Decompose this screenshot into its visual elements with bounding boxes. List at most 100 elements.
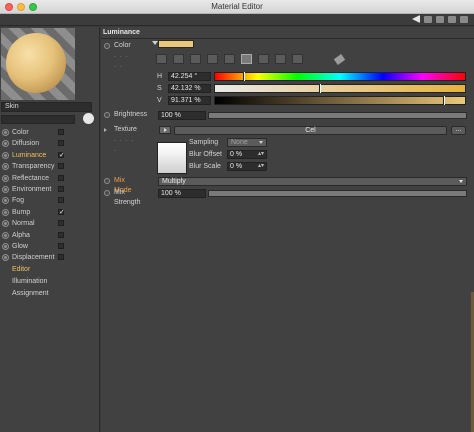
- channel-label: Displacement: [12, 254, 55, 262]
- eyedropper-icon[interactable]: [333, 54, 346, 65]
- channel-item[interactable]: Diffusion: [0, 138, 100, 149]
- mixer-mode-icon[interactable]: [275, 54, 286, 64]
- rgb-mode-icon[interactable]: [224, 54, 235, 64]
- section-item[interactable]: Illumination: [0, 276, 100, 288]
- channel-item[interactable]: Alpha: [0, 230, 100, 241]
- image-mode-icon[interactable]: [190, 54, 201, 64]
- channel-checkbox[interactable]: [58, 163, 64, 170]
- animate-dot-icon[interactable]: [104, 112, 110, 118]
- hsv-mode-icon[interactable]: [241, 54, 252, 64]
- new-window-icon[interactable]: [460, 16, 468, 23]
- texture-more-button[interactable]: ...: [451, 126, 466, 135]
- animate-dot-icon[interactable]: [2, 185, 9, 193]
- search-icon[interactable]: [83, 113, 94, 124]
- channel-checkbox[interactable]: [58, 220, 64, 227]
- blur-offset-input[interactable]: 0 % ▴▾: [227, 150, 267, 159]
- texture-name-button[interactable]: Cel: [174, 126, 447, 135]
- channel-checkbox[interactable]: [58, 185, 64, 192]
- sampling-dropdown[interactable]: None: [227, 138, 267, 147]
- stepper-icon[interactable]: ▴▾: [258, 151, 264, 158]
- channel-filter-field[interactable]: [1, 115, 75, 124]
- material-name-field[interactable]: Skin: [1, 102, 92, 112]
- channel-checkbox[interactable]: [58, 174, 64, 181]
- color-swatch[interactable]: [158, 40, 194, 48]
- texture-label: Texture: [114, 126, 137, 133]
- kelvin-mode-icon[interactable]: [258, 54, 269, 64]
- section-item[interactable]: Assignment: [0, 288, 100, 300]
- animate-dot-icon[interactable]: [2, 231, 9, 239]
- channel-item[interactable]: Reflectance: [0, 173, 100, 184]
- texture-menu-button[interactable]: [159, 126, 171, 134]
- animate-dot-icon[interactable]: [104, 43, 110, 49]
- panel-icon[interactable]: [448, 16, 456, 23]
- spectrum-mode-icon[interactable]: [156, 54, 167, 64]
- channel-checkbox[interactable]: [58, 231, 64, 238]
- animate-dot-icon[interactable]: [2, 163, 9, 171]
- saturation-marker[interactable]: [319, 84, 322, 93]
- animate-dot-icon[interactable]: [2, 151, 9, 159]
- animate-dot-icon[interactable]: [2, 174, 9, 182]
- channel-label: Color: [12, 129, 29, 136]
- channel-checkbox[interactable]: [58, 254, 64, 261]
- channel-item[interactable]: Fog: [0, 195, 100, 206]
- section-item[interactable]: Editor: [0, 264, 100, 276]
- value-marker[interactable]: [442, 96, 445, 105]
- channel-item[interactable]: Glow: [0, 241, 100, 252]
- channel-item[interactable]: Luminance ✓: [0, 150, 100, 161]
- lock-icon[interactable]: [436, 16, 444, 23]
- channel-item[interactable]: Displacement: [0, 252, 100, 263]
- channel-item[interactable]: Normal: [0, 218, 100, 229]
- channel-checkbox[interactable]: ✓: [58, 208, 65, 216]
- value-label: V: [157, 97, 162, 104]
- material-preview[interactable]: [1, 28, 75, 100]
- saturation-label: S: [157, 85, 162, 92]
- channel-checkbox[interactable]: [58, 140, 64, 147]
- channel-checkbox[interactable]: ✓: [58, 151, 65, 159]
- hue-input[interactable]: 42.254 °: [168, 72, 211, 81]
- channel-label: Alpha: [12, 231, 30, 239]
- header-divider: [101, 38, 474, 39]
- hue-marker[interactable]: [243, 72, 246, 81]
- saturation-slider[interactable]: [214, 84, 466, 93]
- wheel-mode-icon[interactable]: [173, 54, 184, 64]
- color-mode-icons: [156, 54, 303, 65]
- up-icon[interactable]: [424, 16, 432, 23]
- stepper-icon[interactable]: ▴▾: [258, 163, 264, 170]
- channel-item[interactable]: Transparency: [0, 161, 100, 172]
- left-panel: Skin Color Diffusion Luminance ✓ Transparenc…: [0, 27, 100, 432]
- blur-offset-label: Blur Offset: [189, 151, 222, 158]
- animate-dot-icon[interactable]: [104, 190, 110, 196]
- value-slider[interactable]: [214, 96, 466, 105]
- channel-checkbox[interactable]: [58, 197, 64, 204]
- blur-scale-input[interactable]: 0 % ▴▾: [227, 162, 267, 171]
- animate-dot-icon[interactable]: [104, 178, 110, 184]
- channel-label: Fog: [12, 197, 25, 205]
- saturation-input[interactable]: 42.132 %: [168, 84, 211, 93]
- animate-dot-icon[interactable]: [2, 197, 9, 205]
- channel-item[interactable]: Bump ✓: [0, 207, 100, 218]
- animate-dot-icon[interactable]: [2, 208, 9, 216]
- channel-checkbox[interactable]: [58, 242, 64, 249]
- channel-item[interactable]: Environment: [0, 184, 100, 195]
- back-arrow-icon[interactable]: [412, 15, 420, 23]
- channel-item[interactable]: Color: [0, 127, 100, 138]
- window-title: Material Editor: [211, 2, 263, 11]
- brightness-input[interactable]: 100 %: [158, 111, 206, 120]
- animate-dot-icon[interactable]: [2, 140, 9, 148]
- mix-strength-input[interactable]: 100 %: [158, 189, 206, 198]
- mix-mode-dropdown[interactable]: Multiply: [158, 177, 467, 186]
- channel-label: Glow: [12, 242, 28, 250]
- animate-dot-icon[interactable]: [2, 254, 9, 262]
- mix-strength-slider[interactable]: [208, 190, 467, 197]
- hue-slider[interactable]: [214, 72, 466, 81]
- swatches-mode-icon[interactable]: [292, 54, 303, 64]
- sampling-label: Sampling: [189, 139, 219, 146]
- animate-dot-icon[interactable]: [2, 129, 9, 136]
- expand-arrow-icon[interactable]: [104, 128, 107, 132]
- channel-checkbox[interactable]: [58, 129, 64, 135]
- brightness-slider[interactable]: [208, 112, 467, 119]
- animate-dot-icon[interactable]: [2, 220, 9, 228]
- animate-dot-icon[interactable]: [2, 242, 9, 250]
- value-input[interactable]: 91.371 %: [168, 96, 211, 105]
- picture-mode-icon[interactable]: [207, 54, 218, 64]
